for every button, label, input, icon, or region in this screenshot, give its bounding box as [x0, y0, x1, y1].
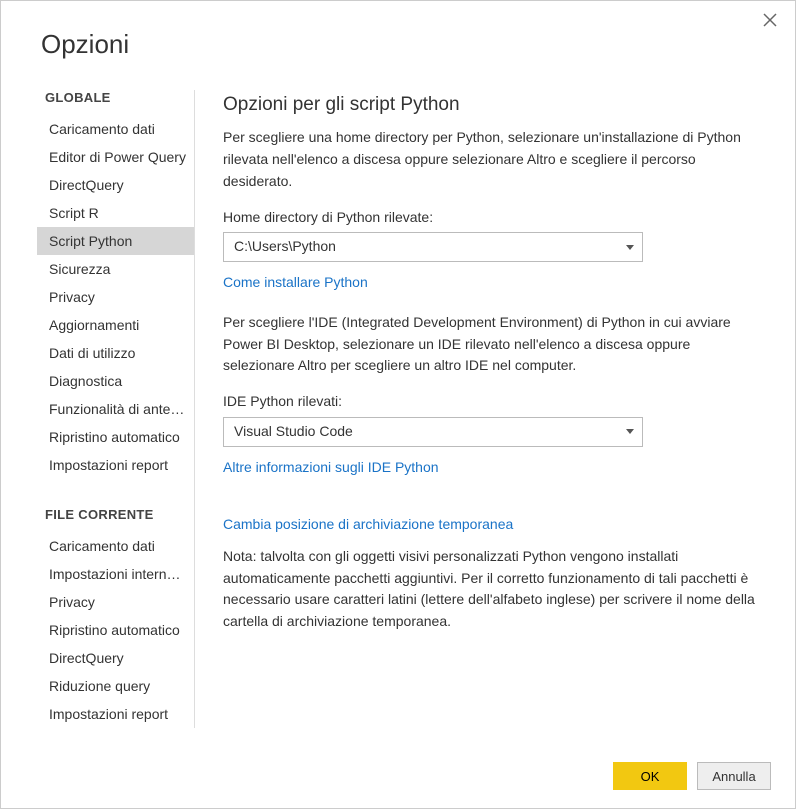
home-directory-description: Per scegliere una home directory per Pyt… — [223, 127, 759, 192]
sidebar-item-sicurezza[interactable]: Sicurezza — [37, 255, 194, 283]
sidebar-item-funzionalita-anteprima[interactable]: Funzionalità di antep… — [37, 395, 194, 423]
close-button[interactable] — [763, 13, 781, 31]
sidebar-item-file-caricamento-dati[interactable]: Caricamento dati — [37, 532, 194, 560]
ide-info-link[interactable]: Altre informazioni sugli IDE Python — [223, 457, 439, 479]
sidebar-item-ripristino-automatico[interactable]: Ripristino automatico — [37, 423, 194, 451]
sidebar-item-caricamento-dati[interactable]: Caricamento dati — [37, 115, 194, 143]
sidebar-item-dati-utilizzo[interactable]: Dati di utilizzo — [37, 339, 194, 367]
sidebar-section-file-corrente: FILE CORRENTE — [45, 507, 194, 522]
install-python-link[interactable]: Come installare Python — [223, 272, 368, 294]
change-storage-link[interactable]: Cambia posizione di archiviazione tempor… — [223, 514, 513, 536]
sidebar-item-aggiornamenti[interactable]: Aggiornamenti — [37, 311, 194, 339]
home-directory-label: Home directory di Python rilevate: — [223, 207, 759, 229]
cancel-button[interactable]: Annulla — [697, 762, 771, 790]
sidebar-item-file-impostazioni-report[interactable]: Impostazioni report — [37, 700, 194, 728]
sidebar-item-file-ripristino-automatico[interactable]: Ripristino automatico — [37, 616, 194, 644]
sidebar-item-directquery[interactable]: DirectQuery — [37, 171, 194, 199]
close-icon — [763, 13, 777, 27]
sidebar-item-file-directquery[interactable]: DirectQuery — [37, 644, 194, 672]
dialog-title: Opzioni — [1, 1, 795, 60]
content-panel: Opzioni per gli script Python Per scegli… — [195, 90, 759, 728]
sidebar-item-editor-power-query[interactable]: Editor di Power Query — [37, 143, 194, 171]
ide-label: IDE Python rilevati: — [223, 391, 759, 413]
storage-note: Nota: talvolta con gli oggetti visivi pe… — [223, 546, 759, 633]
home-directory-dropdown[interactable]: C:\Users\Python — [223, 232, 643, 262]
sidebar-item-script-r[interactable]: Script R — [37, 199, 194, 227]
ok-button[interactable]: OK — [613, 762, 687, 790]
home-directory-value: C:\Users\Python — [234, 236, 336, 258]
sidebar: GLOBALE Caricamento dati Editor di Power… — [37, 90, 195, 728]
content-title: Opzioni per gli script Python — [223, 90, 759, 119]
ide-description: Per scegliere l'IDE (Integrated Developm… — [223, 312, 759, 377]
chevron-down-icon — [626, 429, 634, 434]
sidebar-item-file-riduzione-query[interactable]: Riduzione query — [37, 672, 194, 700]
sidebar-item-file-privacy[interactable]: Privacy — [37, 588, 194, 616]
sidebar-section-global: GLOBALE — [45, 90, 194, 105]
sidebar-item-diagnostica[interactable]: Diagnostica — [37, 367, 194, 395]
chevron-down-icon — [626, 245, 634, 250]
sidebar-item-privacy[interactable]: Privacy — [37, 283, 194, 311]
options-dialog: Opzioni GLOBALE Caricamento dati Editor … — [0, 0, 796, 809]
ide-value: Visual Studio Code — [234, 421, 353, 443]
sidebar-item-file-impostazioni-internazionali[interactable]: Impostazioni interna… — [37, 560, 194, 588]
ide-dropdown[interactable]: Visual Studio Code — [223, 417, 643, 447]
sidebar-item-impostazioni-report[interactable]: Impostazioni report — [37, 451, 194, 479]
dialog-footer: OK Annulla — [613, 762, 771, 790]
sidebar-item-script-python[interactable]: Script Python — [37, 227, 194, 255]
